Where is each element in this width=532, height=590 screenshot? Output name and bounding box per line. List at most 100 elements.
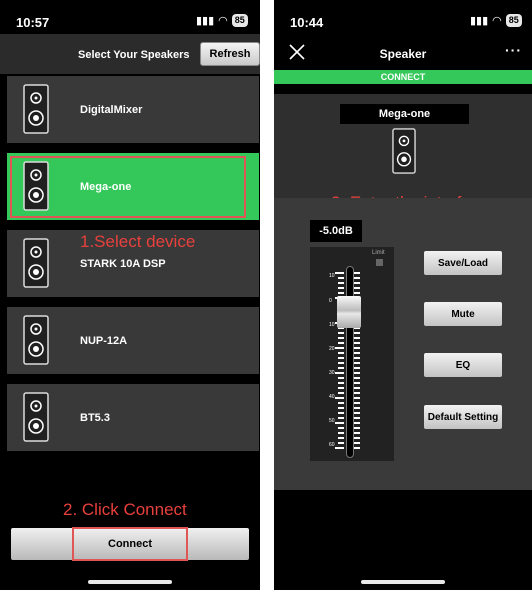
fader-tick: [354, 362, 360, 364]
fader-tick: [338, 437, 344, 439]
page-title: Speaker: [379, 47, 427, 61]
fader-tick: [338, 352, 344, 354]
device-item-bt53[interactable]: BT5.3: [7, 384, 259, 451]
step1-annotation: 1.Select device: [80, 232, 196, 251]
battery-icon: 85: [505, 14, 522, 27]
device-item-nup-12a[interactable]: NUP-12A: [7, 307, 259, 374]
default-setting-button[interactable]: Default Setting: [424, 405, 502, 429]
fader-track[interactable]: [346, 266, 354, 458]
device-label: STARK 10A DSP: [80, 258, 166, 270]
fader-tick: [338, 412, 344, 414]
fader-tick: [354, 402, 360, 404]
scale-label: 40: [329, 394, 335, 400]
fader-tick: [335, 372, 344, 374]
fader-tick: [354, 442, 360, 444]
fader-tick: [354, 292, 360, 294]
refresh-button[interactable]: Refresh: [200, 42, 260, 66]
signal-icon: ▮▮▮: [196, 15, 215, 27]
fader-tick: [354, 282, 360, 284]
connect-highlight-box: [72, 527, 188, 561]
fader-tick: [354, 432, 360, 434]
fader-tick: [338, 362, 344, 364]
more-icon[interactable]: ···: [505, 42, 522, 58]
save-load-button[interactable]: Save/Load: [424, 251, 502, 275]
connection-status-banner: CONNECT: [274, 70, 532, 84]
right-phone-screen: 10:44 ▮▮▮ ◠ 85 Speaker ··· CONNECT Mega-…: [274, 0, 532, 590]
fader-tick: [354, 332, 360, 334]
status-time: 10:44: [290, 15, 324, 30]
wifi-icon: ◠: [492, 15, 502, 27]
fader-tick: [335, 272, 344, 274]
device-label: BT5.3: [80, 412, 110, 424]
fader-tick: [338, 387, 344, 389]
status-time: 10:57: [16, 15, 50, 30]
speaker-icon: [23, 84, 49, 134]
fader-tick: [338, 402, 344, 404]
fader-tick: [354, 287, 360, 289]
speaker-icon: [23, 315, 49, 365]
scale-label: 0: [329, 298, 332, 304]
fader-tick: [335, 422, 344, 424]
mute-button[interactable]: Mute: [424, 302, 502, 326]
device-item-digitalmixer[interactable]: DigitalMixer: [7, 76, 259, 143]
fader-tick: [338, 332, 344, 334]
device-label: NUP-12A: [80, 335, 128, 347]
fader-tick: [354, 392, 360, 394]
fader-tick: [338, 277, 344, 279]
fader-tick: [354, 377, 360, 379]
speaker-icon: [23, 238, 49, 288]
fader-tick: [338, 287, 344, 289]
scale-label: 30: [329, 370, 335, 376]
fader-tick: [354, 407, 360, 409]
fader-tick: [338, 417, 344, 419]
fader-tick: [354, 417, 360, 419]
fader-tick: [338, 367, 344, 369]
fader-knob[interactable]: [337, 296, 361, 328]
fader-tick: [338, 442, 344, 444]
home-indicator[interactable]: [361, 580, 445, 584]
limit-led: [376, 259, 383, 266]
fader-tick: [338, 342, 344, 344]
fader-tick: [354, 357, 360, 359]
signal-icon: ▮▮▮: [470, 15, 489, 27]
home-indicator[interactable]: [88, 580, 172, 584]
fader-tick: [338, 427, 344, 429]
fader-tick: [335, 347, 344, 349]
highlight-box: [10, 156, 246, 218]
status-indicators: ▮▮▮ ◠ 85: [470, 14, 522, 27]
fader-tick: [338, 337, 344, 339]
status-indicators: ▮▮▮ ◠ 85: [196, 14, 248, 27]
speaker-icon: [23, 392, 49, 442]
fader-tick: [335, 447, 344, 449]
fader-tick: [354, 367, 360, 369]
fader-tick: [338, 282, 344, 284]
limit-label: Limit: [372, 250, 385, 256]
left-phone-screen: 10:57 ▮▮▮ ◠ 85 Select Your Speakers Refr…: [0, 0, 260, 590]
fader-tick: [354, 382, 360, 384]
speaker-icon: [392, 128, 416, 174]
fader-tick: [354, 352, 360, 354]
scale-label: 60: [329, 442, 335, 448]
fader-tick: [354, 337, 360, 339]
speaker-select-header: Select Your Speakers Refresh: [0, 34, 260, 74]
eq-button[interactable]: EQ: [424, 353, 502, 377]
fader-tick: [338, 407, 344, 409]
fader-tick: [354, 387, 360, 389]
fader-tick: [338, 292, 344, 294]
page-title: Select Your Speakers: [78, 49, 190, 61]
fader-tick: [338, 382, 344, 384]
fader-tick: [354, 437, 360, 439]
scale-label: 20: [329, 346, 335, 352]
scale-label: 10: [329, 273, 335, 279]
fader-tick: [338, 432, 344, 434]
wifi-icon: ◠: [218, 15, 228, 27]
scale-label: 50: [329, 418, 335, 424]
fader-tick: [338, 392, 344, 394]
device-label: DigitalMixer: [80, 104, 143, 116]
scale-label: 10: [329, 322, 335, 328]
fader-tick: [354, 412, 360, 414]
fader-tick: [354, 342, 360, 344]
fader-tick: [335, 397, 344, 399]
gain-readout: -5.0dB: [310, 220, 362, 242]
fader-tick: [354, 277, 360, 279]
